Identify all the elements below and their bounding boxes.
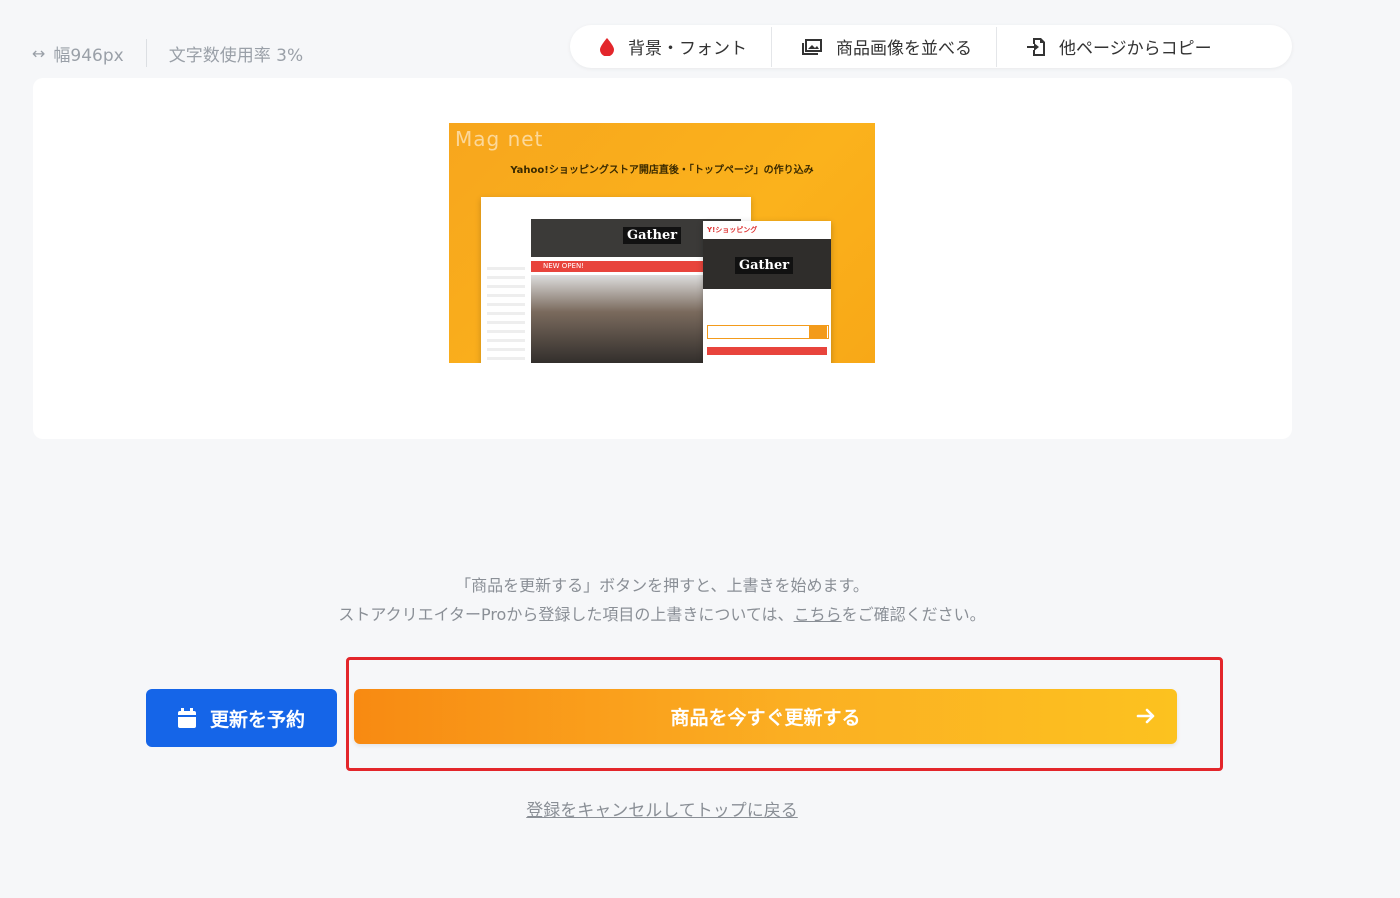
mockup-yahoo-label: Y!ショッピング bbox=[707, 226, 758, 234]
update-notice: 「商品を更新する」ボタンを押すと、上書きを始めます。 bbox=[455, 576, 869, 595]
background-font-button[interactable]: 背景・フォント bbox=[570, 25, 771, 68]
drop-icon bbox=[600, 37, 614, 56]
info-divider bbox=[145, 39, 147, 67]
overwrite-notice-suffix: をご確認ください。 bbox=[841, 605, 986, 624]
arrange-images-button[interactable]: 商品画像を並べる bbox=[772, 25, 996, 68]
mockup-search-button bbox=[809, 325, 827, 339]
mockup-gather-logo: Gather bbox=[623, 227, 682, 244]
editor-toolbar: 背景・フォント 商品画像を並べる 他ページからコピー bbox=[570, 25, 1292, 68]
mockup-mobile-gather-logo: Gather bbox=[735, 257, 794, 274]
preview-card: Mag net Yahoo!ショッピングストア開店直後・「トップページ」の作り込… bbox=[33, 78, 1292, 439]
copy-from-page-label: 他ページからコピー bbox=[1059, 39, 1212, 59]
update-now-label: 商品を今すぐ更新する bbox=[670, 707, 861, 729]
details-link[interactable]: こちら bbox=[794, 605, 842, 624]
calendar-icon bbox=[177, 708, 196, 728]
overwrite-notice: ストアクリエイターProから登録した項目の上書きについては、こちらをご確認くださ… bbox=[0, 601, 1324, 625]
page-info: ↔ 幅946px 文字数使用率 3% bbox=[32, 38, 303, 68]
mockup-new-open-bar bbox=[707, 347, 827, 355]
preview-banner-image: Mag net Yahoo!ショッピングストア開店直後・「トップページ」の作り込… bbox=[449, 123, 875, 363]
images-icon bbox=[802, 38, 822, 55]
overwrite-notice-text: ストアクリエイターProから登録した項目の上書きについては、 bbox=[338, 605, 794, 624]
file-import-icon bbox=[1027, 37, 1045, 56]
arrow-right-icon bbox=[1135, 705, 1157, 727]
banner-mobile-mockup: Y!ショッピング Gather bbox=[703, 221, 831, 363]
width-arrow-icon: ↔ bbox=[32, 43, 46, 63]
schedule-update-label: 更新を予約 bbox=[209, 708, 305, 731]
banner-logo: Mag net bbox=[455, 127, 544, 151]
mockup-sidebar bbox=[487, 267, 525, 362]
mockup-mobile-hero: Gather bbox=[703, 239, 831, 289]
width-label: 幅946px bbox=[53, 45, 124, 66]
banner-headline: Yahoo!ショッピングストア開店直後・「トップページ」の作り込み bbox=[510, 165, 814, 176]
copy-from-page-button[interactable]: 他ページからコピー bbox=[997, 25, 1236, 68]
cancel-link[interactable]: 登録をキャンセルしてトップに戻る bbox=[0, 796, 1324, 821]
schedule-update-button[interactable]: 更新を予約 bbox=[146, 689, 337, 747]
background-font-label: 背景・フォント bbox=[628, 39, 747, 59]
arrange-images-label: 商品画像を並べる bbox=[836, 39, 972, 59]
update-now-button[interactable]: 商品を今すぐ更新する bbox=[354, 689, 1177, 744]
char-usage-label: 文字数使用率 3% bbox=[168, 45, 304, 66]
